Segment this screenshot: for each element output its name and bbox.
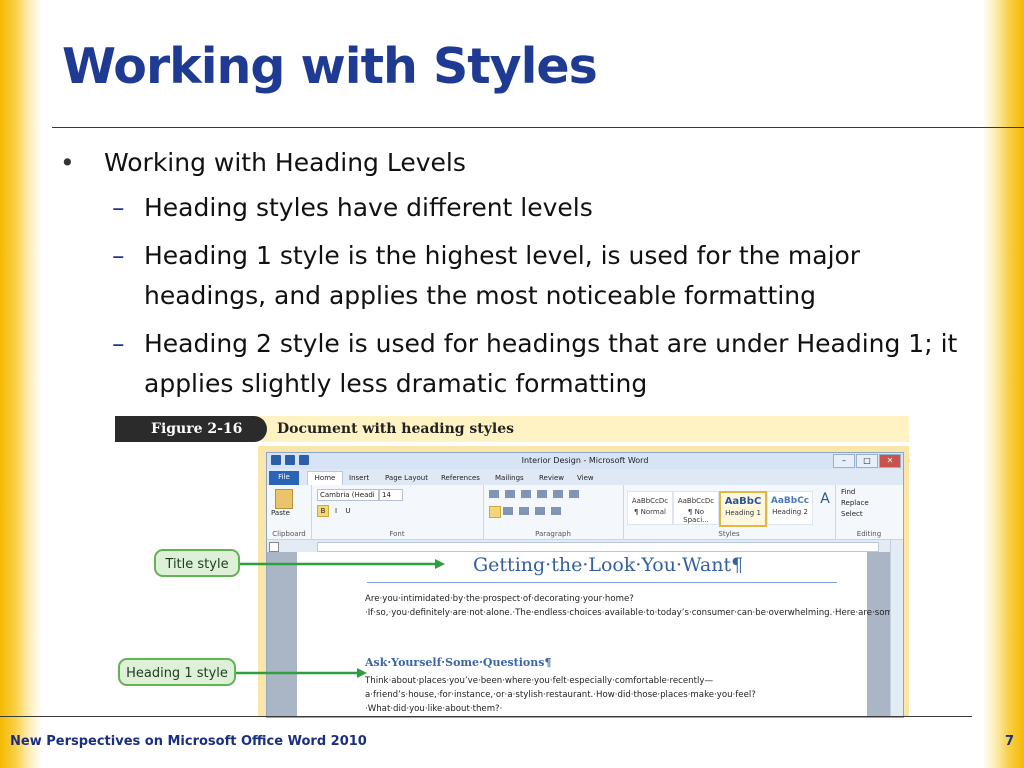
bullet-list: • Working with Heading Levels – Heading … — [56, 146, 981, 404]
page-number: 7 — [1004, 734, 1014, 749]
figure: Figure 2-16 Document with heading styles… — [115, 416, 909, 718]
sub-bullet-text: Heading 1 style is the highest level, is… — [144, 241, 861, 310]
sub-bullet-text: Heading 2 style is used for headings tha… — [144, 329, 958, 398]
bullet-text: Working with Heading Levels — [104, 148, 466, 177]
sub-bullet-text: Heading styles have different levels — [144, 193, 593, 222]
title-divider — [52, 127, 1024, 128]
sub-bullet-item: – Heading 2 style is used for headings t… — [56, 324, 981, 404]
heading-1-arrowhead — [357, 668, 367, 678]
left-gold-edge — [0, 0, 42, 768]
sub-bullet-dash: – — [112, 329, 125, 358]
right-gold-edge — [982, 0, 1024, 768]
slide-title: Working with Styles — [62, 38, 598, 95]
sub-bullet-item: – Heading 1 style is the highest level, … — [56, 236, 981, 316]
sub-bullet-dash: – — [112, 241, 125, 270]
footer-divider — [0, 716, 972, 717]
footer-title: New Perspectives on Microsoft Office Wor… — [10, 734, 367, 749]
sub-bullet-dash: – — [112, 193, 125, 222]
title-style-arrowhead — [435, 559, 445, 569]
sub-bullet-item: – Heading styles have different levels — [56, 188, 981, 228]
bullet-dot: • — [60, 148, 75, 177]
callout-arrows — [236, 559, 445, 678]
bullet-item: • Working with Heading Levels — [56, 146, 981, 180]
